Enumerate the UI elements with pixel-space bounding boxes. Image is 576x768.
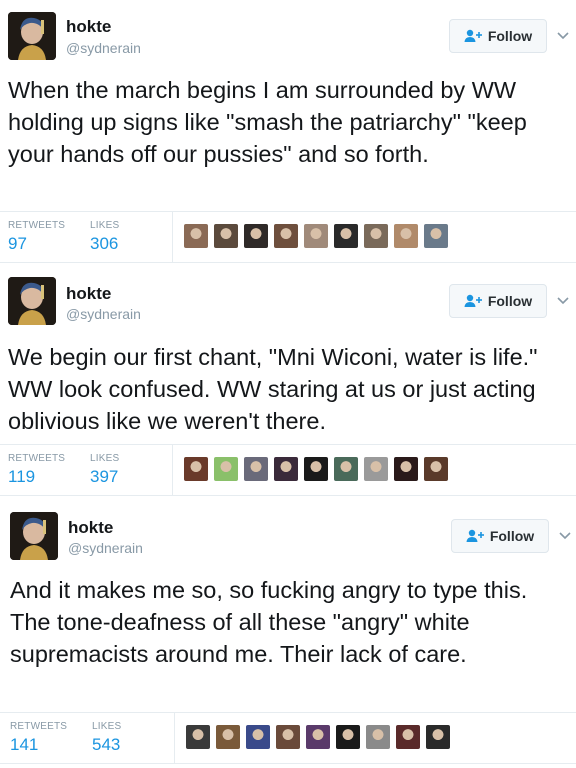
tweet-stats: RETWEETS 97 LIKES 306 <box>0 211 576 263</box>
liker-avatar[interactable] <box>244 457 268 481</box>
liker-avatar[interactable] <box>334 224 358 248</box>
add-user-icon <box>464 294 482 307</box>
user-handle[interactable]: @sydnerain <box>66 306 141 322</box>
liker-avatar[interactable] <box>396 725 420 749</box>
liker-avatar[interactable] <box>394 457 418 481</box>
add-user-icon <box>466 529 484 542</box>
display-name[interactable]: hokte <box>66 284 111 304</box>
liker-avatar[interactable] <box>246 725 270 749</box>
liker-avatar[interactable] <box>274 224 298 248</box>
retweets-label: RETWEETS <box>8 453 66 464</box>
chevron-down-icon[interactable] <box>558 531 572 541</box>
retweets-label: RETWEETS <box>8 220 66 231</box>
likes-label: LIKES <box>90 220 120 231</box>
liker-avatar[interactable] <box>186 725 210 749</box>
follow-label: Follow <box>487 28 533 44</box>
avatar[interactable] <box>8 12 56 60</box>
tweet-stats: RETWEETS 119 LIKES 397 <box>0 444 576 496</box>
user-handle[interactable]: @sydnerain <box>68 540 143 556</box>
tweet-text: And it makes me so, so fucking angry to … <box>10 577 528 667</box>
avatar[interactable] <box>8 277 56 325</box>
likes-count[interactable]: 543 <box>92 735 120 755</box>
liker-avatar[interactable] <box>274 457 298 481</box>
retweets-count[interactable]: 119 <box>8 467 35 487</box>
liker-avatar[interactable] <box>216 725 240 749</box>
likers-avatars <box>184 457 448 481</box>
likes-count[interactable]: 397 <box>90 467 118 487</box>
avatar-image <box>8 277 56 325</box>
chevron-down-icon[interactable] <box>556 296 570 306</box>
follow-label: Follow <box>487 293 533 309</box>
follow-button[interactable]: Follow <box>449 19 547 53</box>
liker-avatar[interactable] <box>364 224 388 248</box>
liker-avatar[interactable] <box>364 457 388 481</box>
liker-avatar[interactable] <box>184 224 208 248</box>
likes-label: LIKES <box>92 721 122 732</box>
stats-divider <box>172 212 173 262</box>
liker-avatar[interactable] <box>334 457 358 481</box>
likers-avatars <box>184 224 448 248</box>
liker-avatar[interactable] <box>394 224 418 248</box>
liker-avatar[interactable] <box>426 725 450 749</box>
follow-button[interactable]: Follow <box>451 519 549 553</box>
liker-avatar[interactable] <box>424 224 448 248</box>
liker-avatar[interactable] <box>336 725 360 749</box>
liker-avatar[interactable] <box>276 725 300 749</box>
liker-avatar[interactable] <box>424 457 448 481</box>
liker-avatar[interactable] <box>244 224 268 248</box>
tweet-text: We begin our first chant, "Mni Wiconi, w… <box>8 344 538 434</box>
retweets-count[interactable]: 141 <box>10 735 38 755</box>
avatar-image <box>10 512 58 560</box>
liker-avatar[interactable] <box>304 457 328 481</box>
liker-avatar[interactable] <box>214 224 238 248</box>
avatar-image <box>8 12 56 60</box>
liker-avatar[interactable] <box>366 725 390 749</box>
follow-label: Follow <box>489 528 535 544</box>
liker-avatar[interactable] <box>306 725 330 749</box>
liker-avatar[interactable] <box>184 457 208 481</box>
likers-avatars <box>186 725 450 749</box>
avatar[interactable] <box>10 512 58 560</box>
likes-count[interactable]: 306 <box>90 234 118 254</box>
stats-divider <box>172 445 173 495</box>
tweet-text: When the march begins I am surrounded by… <box>8 77 527 167</box>
liker-avatar[interactable] <box>304 224 328 248</box>
likes-label: LIKES <box>90 453 120 464</box>
chevron-down-icon[interactable] <box>556 31 570 41</box>
stats-divider <box>174 713 175 763</box>
liker-avatar[interactable] <box>214 457 238 481</box>
tweet-stats: RETWEETS 141 LIKES 543 <box>0 712 576 764</box>
display-name[interactable]: hokte <box>66 17 111 37</box>
retweets-label: RETWEETS <box>10 721 68 732</box>
follow-button[interactable]: Follow <box>449 284 547 318</box>
retweets-count[interactable]: 97 <box>8 234 27 254</box>
user-handle[interactable]: @sydnerain <box>66 40 141 56</box>
add-user-icon <box>464 29 482 42</box>
display-name[interactable]: hokte <box>68 518 113 538</box>
